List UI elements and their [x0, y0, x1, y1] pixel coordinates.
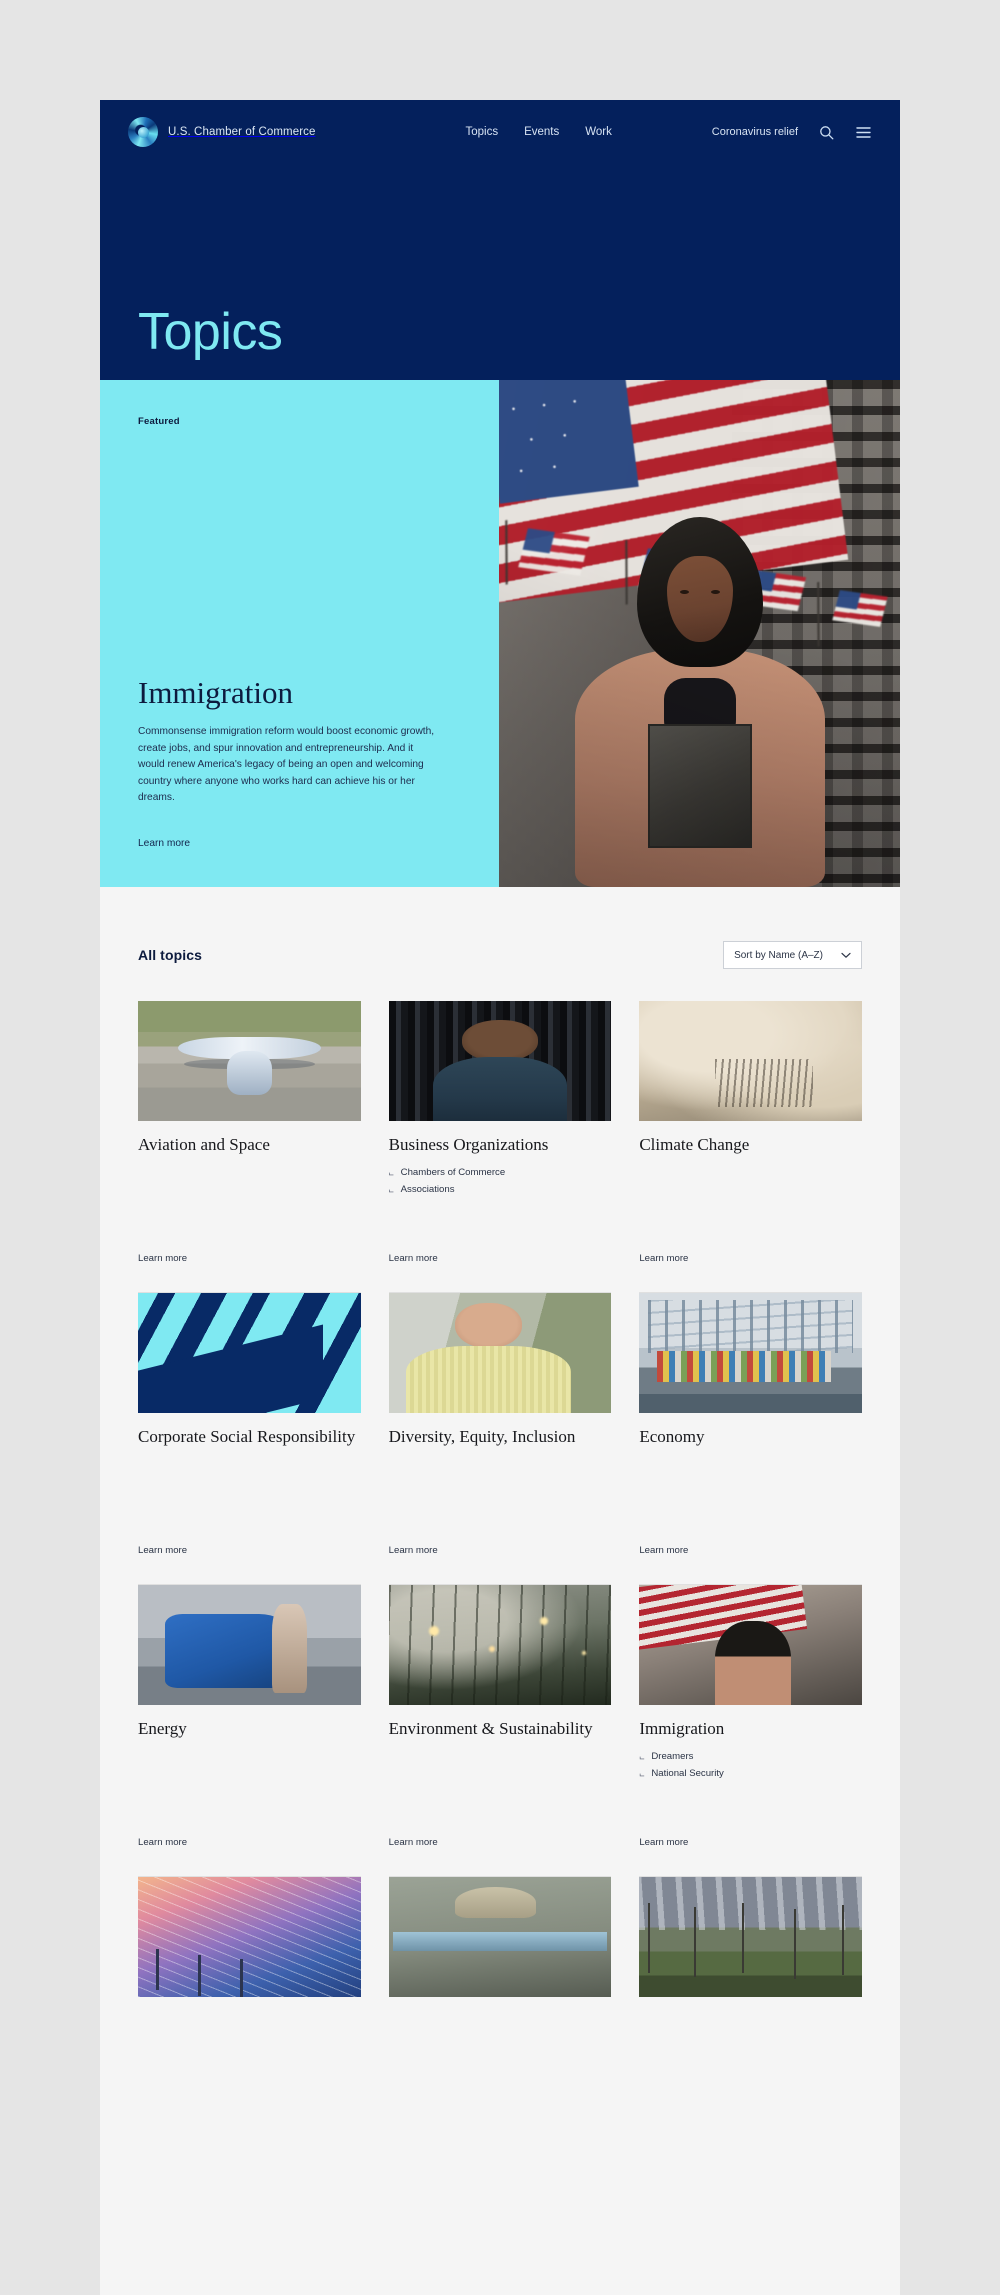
- topic-card[interactable]: Aviation and Space Learn more: [138, 1001, 361, 1293]
- featured-description: Commonsense immigration reform would boo…: [138, 726, 435, 804]
- topic-card-title: Business Organizations: [388, 1135, 549, 1154]
- brand-name: U.S. Chamber of Commerce: [168, 126, 316, 138]
- topic-card-footer: Learn more: [639, 1540, 862, 1558]
- topic-card-thumbnail: [388, 1877, 612, 1997]
- topics-grid: Aviation and Space Learn more Business Org…: [138, 1001, 862, 2169]
- topic-card-learn-more-link[interactable]: Learn more: [639, 1545, 688, 1556]
- coronavirus-relief-link[interactable]: Coronavirus relief: [712, 126, 798, 138]
- sort-dropdown[interactable]: Sort by Name (A–Z): [723, 941, 862, 969]
- topic-card-footer: Learn more: [389, 1832, 612, 1850]
- hero-banner: Topics: [100, 164, 900, 380]
- topic-card-learn-more-link[interactable]: Learn more: [639, 1253, 688, 1264]
- brand-home-link[interactable]: U.S. Chamber of Commerce: [128, 117, 315, 147]
- primary-nav: Topics Events Work: [465, 126, 611, 138]
- topic-card-footer: Learn more: [138, 1248, 361, 1266]
- topic-card-footer: Learn more: [639, 1248, 862, 1266]
- topic-card-title: Corporate Social Responsibility: [138, 1427, 356, 1446]
- topic-card-learn-more-link[interactable]: Learn more: [639, 1837, 688, 1848]
- page-title: Topics: [138, 303, 283, 361]
- chamber-swirl-logo-icon: [128, 117, 158, 147]
- featured-title: Immigration: [138, 674, 293, 710]
- topic-card-title: Diversity, Equity, Inclusion: [388, 1427, 576, 1446]
- topic-card[interactable]: Economy Learn more: [639, 1293, 862, 1585]
- topic-card-thumbnail: [639, 1585, 862, 1705]
- topic-card[interactable]: Business Organizations Chambers of Commer…: [388, 1001, 612, 1293]
- topic-card-footer: Learn more: [389, 1248, 612, 1266]
- topic-card-title: Energy: [138, 1719, 187, 1738]
- nav-item-work[interactable]: Work: [585, 126, 612, 138]
- topic-card-thumbnail: [138, 1585, 361, 1705]
- topic-card-thumbnail: [138, 1877, 361, 1997]
- subtopic-link[interactable]: Dreamers: [639, 1749, 862, 1766]
- hamburger-menu-icon[interactable]: [855, 124, 872, 141]
- topic-card[interactable]: Energy Learn more: [138, 1585, 361, 1877]
- search-icon[interactable]: [818, 124, 835, 141]
- topic-card-thumbnail: [388, 1293, 612, 1413]
- topic-card[interactable]: Corporate Social Responsibility Learn mor…: [138, 1293, 361, 1585]
- subtopic-link[interactable]: Chambers of Commerce: [389, 1165, 612, 1182]
- site-header: U.S. Chamber of Commerce Topics Events W…: [100, 100, 900, 164]
- topic-card[interactable]: [388, 1877, 612, 2169]
- all-topics-header: All topics Sort by Name (A–Z): [138, 941, 862, 969]
- featured-image: [499, 380, 900, 887]
- featured-content: Featured Immigration Commonsense immigra…: [100, 380, 499, 887]
- topic-card-footer: Learn more: [389, 1540, 612, 1558]
- topic-card[interactable]: Immigration DreamersNational Security Lear…: [639, 1585, 862, 1877]
- topic-card-footer: Learn more: [639, 1832, 862, 1850]
- featured-photo: [499, 380, 900, 887]
- topic-card-thumbnail: [639, 1877, 862, 1997]
- topic-card-learn-more-link[interactable]: Learn more: [138, 1545, 187, 1556]
- featured-learn-more-link[interactable]: Learn more: [138, 838, 190, 849]
- topic-card-learn-more-link[interactable]: Learn more: [138, 1837, 187, 1848]
- subtopic-link[interactable]: Associations: [389, 1182, 612, 1199]
- featured-eyebrow: Featured: [138, 416, 180, 427]
- topic-card-title: Immigration: [639, 1719, 725, 1738]
- topic-card-learn-more-link[interactable]: Learn more: [138, 1253, 187, 1264]
- photo-shading-overlay: [499, 380, 900, 887]
- topic-card-title: Economy: [639, 1427, 705, 1446]
- all-topics-heading: All topics: [138, 947, 203, 963]
- nav-item-events[interactable]: Events: [524, 126, 559, 138]
- topic-card-learn-more-link[interactable]: Learn more: [389, 1253, 438, 1264]
- topic-card-learn-more-link[interactable]: Learn more: [389, 1837, 438, 1848]
- nav-item-topics[interactable]: Topics: [465, 126, 498, 138]
- topic-card-thumbnail: [388, 1585, 612, 1705]
- sort-dropdown-value: Sort by Name (A–Z): [734, 949, 823, 961]
- browser-page: U.S. Chamber of Commerce Topics Events W…: [100, 100, 900, 2295]
- topic-card-thumbnail: [388, 1001, 612, 1121]
- topic-card-title: Climate Change: [639, 1135, 750, 1154]
- topic-card-footer: Learn more: [138, 1832, 361, 1850]
- topic-card[interactable]: Environment & Sustainability Learn more: [388, 1585, 612, 1877]
- topic-card[interactable]: [138, 1877, 361, 2169]
- topic-card[interactable]: Diversity, Equity, Inclusion Learn more: [388, 1293, 612, 1585]
- topic-card-title: Aviation and Space: [138, 1135, 270, 1154]
- featured-topic: Featured Immigration Commonsense immigra…: [100, 380, 900, 887]
- topic-card-thumbnail: [138, 1293, 361, 1413]
- topic-card-footer: Learn more: [138, 1540, 361, 1558]
- chevron-down-icon: [841, 952, 851, 958]
- header-utilities: Coronavirus relief: [712, 124, 872, 141]
- topic-card-title: Environment & Sustainability: [388, 1719, 593, 1738]
- topic-card[interactable]: Climate Change Learn more: [639, 1001, 862, 1293]
- topic-card[interactable]: [639, 1877, 862, 2169]
- topic-card-thumbnail: [138, 1001, 361, 1121]
- topic-card-learn-more-link[interactable]: Learn more: [389, 1545, 438, 1556]
- topic-card-thumbnail: [639, 1001, 862, 1121]
- all-topics-section: All topics Sort by Name (A–Z) Aviation a…: [100, 887, 900, 2169]
- topic-card-subtopics: DreamersNational Security: [639, 1749, 862, 1783]
- subtopic-link[interactable]: National Security: [639, 1766, 862, 1783]
- topic-card-thumbnail: [639, 1293, 862, 1413]
- topic-card-subtopics: Chambers of CommerceAssociations: [389, 1165, 612, 1199]
